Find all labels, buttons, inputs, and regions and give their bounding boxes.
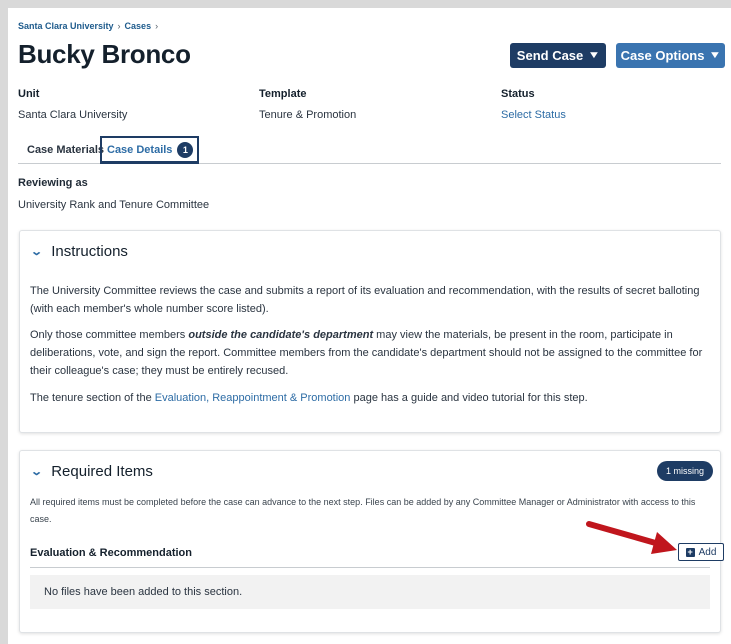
template-label: Template (259, 88, 307, 100)
evaluation-section-title: Evaluation & Recommendation (30, 547, 192, 559)
breadcrumb: Santa Clara University › Cases › (18, 21, 158, 31)
add-label: Add (698, 546, 717, 558)
add-file-button[interactable]: + Add (678, 543, 724, 561)
chevron-down-icon: ▼ (587, 50, 601, 61)
instructions-p2-emphasis: outside the candidate's department (188, 329, 374, 341)
unit-value: Santa Clara University (18, 109, 128, 121)
instructions-toggle[interactable]: ⌄ Instructions (30, 243, 128, 260)
instructions-paragraph-1: The University Committee reviews the cas… (30, 285, 700, 315)
evaluation-promotion-link[interactable]: Evaluation, Reappointment & Promotion (155, 392, 351, 404)
instructions-paragraph-3: The tenure section of the Evaluation, Re… (30, 389, 710, 407)
instructions-paragraph-2: Only those committee members outside the… (30, 326, 710, 380)
send-case-button[interactable]: Send Case ▼ (510, 43, 606, 68)
case-options-button[interactable]: Case Options ▼ (616, 43, 725, 68)
chevron-down-icon: ⌄ (30, 466, 44, 478)
instructions-card: ⌄ Instructions The University Committee … (19, 230, 721, 433)
required-items-title: Required Items (51, 463, 153, 480)
tab-case-materials[interactable]: Case Materials (27, 144, 104, 156)
status-label: Status (501, 88, 535, 100)
chevron-down-icon: ▼ (708, 50, 722, 61)
instructions-title: Instructions (51, 243, 128, 260)
template-value: Tenure & Promotion (259, 109, 357, 121)
page-title: Bucky Bronco (18, 39, 191, 69)
arrow-shaft (586, 521, 662, 547)
red-arrow-annotation (586, 521, 677, 554)
select-status-link[interactable]: Select Status (501, 109, 566, 121)
case-tabs: Case Materials Case Details 1 (18, 136, 721, 164)
breadcrumb-separator: › (117, 21, 121, 31)
missing-count-badge: 1 missing (657, 461, 713, 481)
send-case-label: Send Case (516, 48, 584, 63)
instructions-p3-start: The tenure section of the (30, 392, 155, 404)
tab-case-details[interactable]: Case Details 1 (100, 136, 199, 164)
breadcrumb-item-university[interactable]: Santa Clara University (18, 21, 114, 31)
breadcrumb-separator: › (155, 21, 159, 31)
empty-files-message: No files have been added to this section… (30, 575, 710, 609)
arrow-head (651, 532, 677, 554)
reviewing-as-value: University Rank and Tenure Committee (18, 199, 210, 211)
reviewing-as-label: Reviewing as (18, 177, 88, 189)
instructions-p2-start: Only those committee members (30, 329, 189, 341)
case-options-label: Case Options (620, 48, 705, 63)
tab-count-badge: 1 (177, 141, 194, 158)
plus-icon: + (685, 546, 695, 557)
breadcrumb-item-cases[interactable]: Cases (125, 21, 152, 31)
chevron-down-icon: ⌄ (30, 246, 44, 258)
unit-label: Unit (18, 88, 40, 100)
tab-case-details-label: Case Details (107, 143, 173, 156)
section-divider (30, 567, 710, 568)
required-items-toggle[interactable]: ⌄ Required Items (30, 463, 153, 480)
instructions-p3-end: page has a guide and video tutorial for … (350, 392, 588, 404)
